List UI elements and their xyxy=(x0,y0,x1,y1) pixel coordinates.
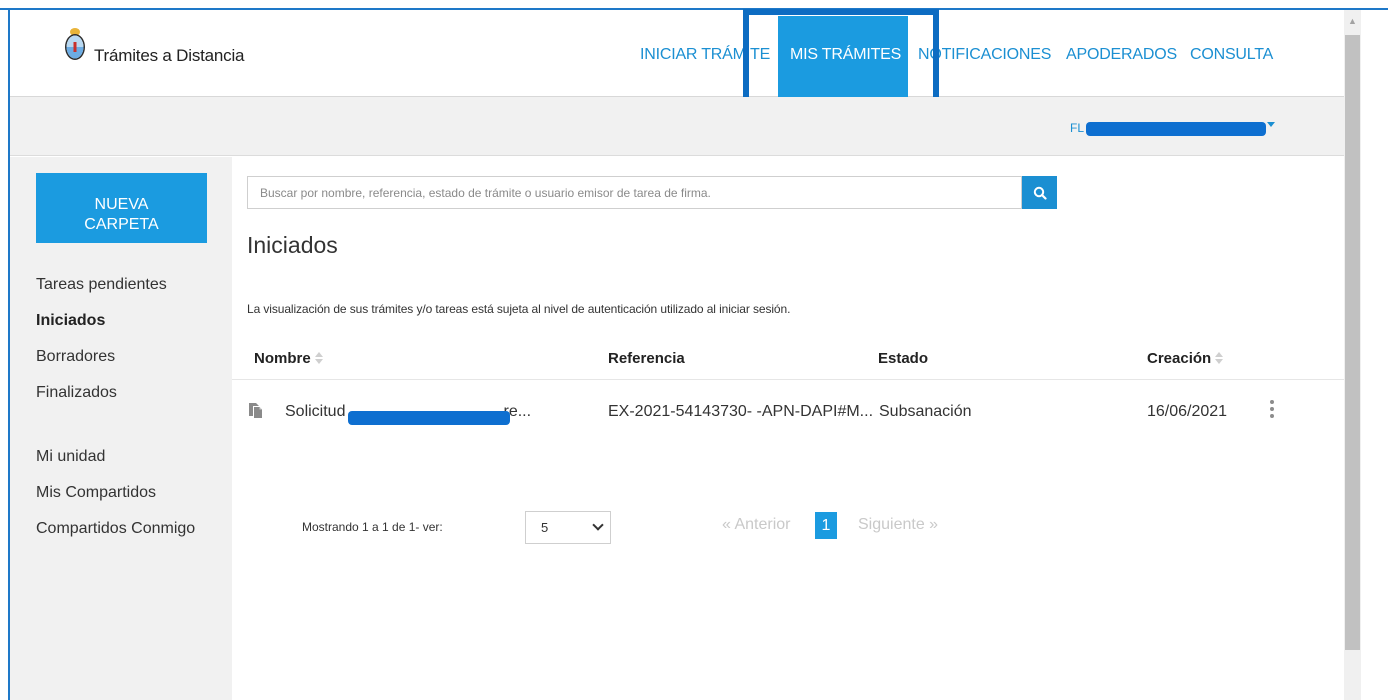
user-name-prefix: FL xyxy=(1070,121,1085,135)
table-row[interactable]: Solicitud re... EX-2021-54143730- -APN-DA… xyxy=(232,380,1344,442)
site-header: Trámites a Distancia INICIAR TRÁMITE MIS… xyxy=(10,10,1344,97)
sidebar-item-tareas-pendientes[interactable]: Tareas pendientes xyxy=(36,276,167,294)
search-button[interactable] xyxy=(1022,176,1057,209)
sort-icon xyxy=(314,352,323,366)
page-size-value: 5 xyxy=(541,520,549,535)
chevron-down-icon[interactable] xyxy=(1267,122,1275,127)
pagination-current-page[interactable]: 1 xyxy=(815,512,837,539)
pagination-next[interactable]: Siguiente » xyxy=(858,516,938,534)
column-header-nombre[interactable]: Nombre xyxy=(254,350,323,367)
cell-referencia: EX-2021-54143730- -APN-DAPI#M... xyxy=(608,403,874,420)
sidebar: NUEVA CARPETA Tareas pendientes Iniciado… xyxy=(10,157,232,700)
cell-estado: Subsanación xyxy=(879,403,972,420)
nav-apoderados[interactable]: APODERADOS xyxy=(1066,46,1177,64)
cell-creacion: 16/06/2021 xyxy=(1147,403,1228,420)
pagination-summary: Mostrando 1 a 1 de 1- ver: xyxy=(302,520,443,534)
sidebar-item-iniciados[interactable]: Iniciados xyxy=(36,312,105,330)
brand-title[interactable]: Trámites a Distancia xyxy=(94,46,245,66)
sidebar-item-compartidos-conmigo[interactable]: Compartidos Conmigo xyxy=(36,520,195,538)
sidebar-item-borradores[interactable]: Borradores xyxy=(36,348,115,366)
redaction-mark xyxy=(348,411,510,425)
search-field xyxy=(247,176,1022,209)
sidebar-item-finalizados[interactable]: Finalizados xyxy=(36,384,117,402)
subheader-bar: FL xyxy=(10,97,1344,156)
documents-icon xyxy=(249,403,263,419)
column-header-referencia: Referencia xyxy=(608,350,685,367)
page-title: Iniciados xyxy=(247,232,338,258)
redaction-mark xyxy=(1086,122,1266,136)
sort-icon xyxy=(1215,352,1224,366)
vertical-scrollbar[interactable]: ▲ xyxy=(1344,10,1361,700)
column-header-nombre-label: Nombre xyxy=(254,350,311,367)
search-icon xyxy=(1033,186,1047,200)
sidebar-item-mi-unidad[interactable]: Mi unidad xyxy=(36,448,105,466)
new-folder-button[interactable]: NUEVA CARPETA xyxy=(36,173,207,243)
new-folder-label-line2: CARPETA xyxy=(84,216,159,233)
sidebar-item-mis-compartidos[interactable]: Mis Compartidos xyxy=(36,484,156,502)
user-menu[interactable]: FL xyxy=(1070,121,1084,135)
column-header-estado: Estado xyxy=(878,350,929,367)
scrollbar-thumb[interactable] xyxy=(1345,35,1360,650)
new-folder-label-line1: NUEVA xyxy=(94,196,149,213)
chevron-down-icon xyxy=(592,519,604,531)
nav-consulta[interactable]: CONSULTA xyxy=(1190,46,1273,64)
column-header-creacion-label: Creación xyxy=(1147,350,1212,367)
page-size-select[interactable]: 5 xyxy=(525,511,611,544)
cell-nombre-start: Solicitud xyxy=(285,403,346,420)
search-input[interactable] xyxy=(248,177,1021,208)
column-header-creacion[interactable]: Creación xyxy=(1147,350,1224,367)
pagination-previous[interactable]: « Anterior xyxy=(722,516,790,534)
auth-notice: La visualización de sus trámites y/o tar… xyxy=(247,302,791,316)
argentina-coat-of-arms-icon xyxy=(65,28,85,60)
more-options-icon[interactable] xyxy=(1268,400,1276,422)
scroll-up-arrow-icon[interactable]: ▲ xyxy=(1344,10,1361,27)
